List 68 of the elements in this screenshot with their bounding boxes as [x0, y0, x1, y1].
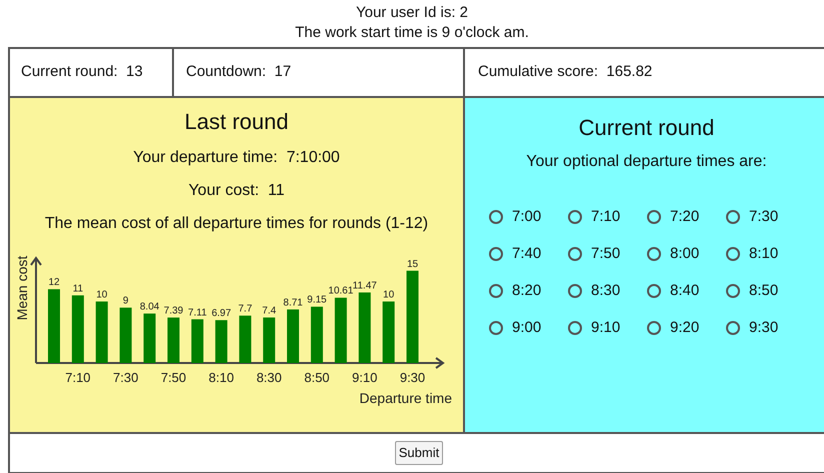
user-id-text: Your user Id is: 2 — [356, 3, 468, 23]
time-radio[interactable]: 9:30 — [726, 317, 805, 338]
tick-label: 7:50 — [160, 370, 186, 385]
bar — [168, 318, 180, 363]
countdown-text: Countdown: 17 — [186, 62, 292, 82]
tick-label: 7:10 — [65, 370, 91, 385]
tick-label: 7:30 — [113, 370, 138, 385]
tick-label: 8:30 — [256, 370, 282, 385]
time-radio[interactable]: 8:30 — [568, 280, 647, 301]
bar — [120, 308, 132, 363]
prompt-text: Your optional departure times are: — [525, 152, 768, 172]
data-label: 15 — [406, 258, 418, 270]
time-radio[interactable]: 7:40 — [489, 243, 568, 264]
time-radio[interactable]: 8:10 — [726, 243, 805, 264]
bar — [287, 309, 299, 363]
cost-text: Your cost: 11 — [188, 181, 285, 201]
time-radio[interactable]: 7:10 — [568, 206, 647, 227]
tick-label: 9:10 — [352, 370, 378, 385]
bar — [334, 298, 347, 363]
time-radio[interactable]: 8:50 — [726, 280, 805, 301]
departure-text: Your departure time: 7:10:00 — [133, 148, 340, 168]
data-label: 7.39 — [164, 306, 184, 317]
panel-title: Last round — [184, 108, 288, 136]
time-radio[interactable]: 9:20 — [647, 317, 726, 338]
time-radio[interactable]: 7:00 — [489, 206, 568, 227]
bar — [358, 292, 371, 363]
time-radio[interactable]: 7:50 — [568, 243, 647, 264]
data-label: 9.15 — [307, 294, 327, 306]
time-radio[interactable]: 8:20 — [489, 280, 568, 301]
axis-label: Departure time — [359, 390, 452, 406]
data-label: 7.4 — [262, 306, 276, 316]
time-radio[interactable]: 8:00 — [647, 243, 726, 264]
time-radio[interactable]: 8:40 — [647, 280, 726, 301]
start-time-text: The work start time is 9 o'clock am. — [295, 23, 529, 43]
chart-caption: The mean cost of all departure times for rounds (1-12) — [44, 214, 428, 234]
data-label: 7.11 — [188, 307, 207, 318]
bar — [144, 314, 156, 363]
bar — [96, 302, 108, 363]
bar — [310, 306, 323, 363]
bar — [239, 316, 252, 363]
data-label: 11 — [72, 283, 84, 294]
data-label: 8.04 — [140, 302, 160, 313]
data-label: 10.61 — [328, 286, 354, 297]
axis-label: Mean cost — [14, 256, 30, 320]
data-label: 10 — [96, 290, 108, 300]
round-text: Current round: 13 — [21, 62, 143, 82]
data-label: 8.71 — [283, 297, 303, 308]
data-label: 9 — [122, 296, 128, 307]
time-radio[interactable]: 9:10 — [568, 317, 647, 338]
data-label: 10 — [383, 290, 394, 300]
bar — [215, 320, 228, 363]
bar — [191, 319, 204, 363]
data-label: 12 — [48, 277, 60, 288]
panel-title: Current round — [578, 114, 716, 142]
time-radio[interactable]: 9:00 — [489, 317, 568, 338]
bar — [263, 318, 276, 363]
score-text: Cumulative score: 165.82 — [478, 62, 652, 82]
bar — [72, 295, 84, 363]
data-label: 11.47 — [352, 280, 377, 292]
time-radio[interactable]: 7:20 — [647, 206, 726, 227]
submit-button[interactable]: Submit — [394, 441, 444, 465]
tick-label: 8:10 — [208, 370, 234, 385]
bar — [382, 302, 395, 363]
data-label: 6.97 — [212, 308, 232, 320]
time-radio[interactable]: 7:30 — [726, 206, 805, 227]
tick-label: 9:30 — [400, 370, 426, 385]
data-label: 7.7 — [238, 304, 252, 315]
tick-label: 8:50 — [304, 370, 330, 385]
